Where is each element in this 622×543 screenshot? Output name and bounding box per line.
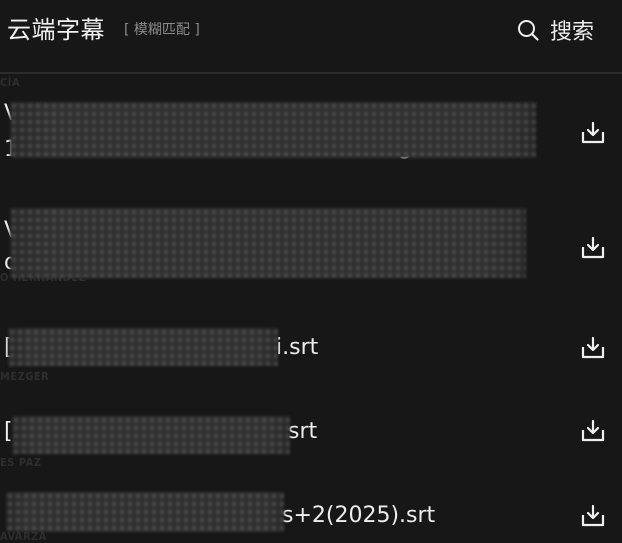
subtitle-file-row[interactable]: s+2(2025).srt	[0, 488, 622, 540]
download-icon[interactable]	[579, 234, 607, 262]
background-fragment: CÍA	[0, 76, 21, 89]
download-icon[interactable]	[579, 334, 607, 362]
header-divider	[0, 72, 622, 74]
download-icon[interactable]	[579, 417, 607, 445]
download-icon[interactable]	[579, 502, 607, 530]
redacted-file-name	[6, 492, 284, 532]
redacted-file-name	[10, 102, 536, 158]
file-name-tail: i.srt	[276, 335, 319, 360]
file-name-tail: srt	[288, 419, 318, 444]
subtitle-file-row[interactable]: V d	[0, 200, 622, 286]
file-name-tail: s+2(2025).srt	[282, 503, 436, 528]
subtitle-file-row[interactable]: [ i.srt	[0, 320, 622, 380]
subtitle-file-row[interactable]: V 1 g	[0, 92, 622, 176]
match-mode-label: [ 模糊匹配 ]	[124, 22, 200, 38]
download-icon[interactable]	[579, 119, 607, 147]
subtitle-file-row[interactable]: [ srt	[0, 404, 622, 464]
header-bar: 云端字幕 [ 模糊匹配 ] 搜索	[0, 0, 622, 72]
redacted-file-name	[12, 416, 290, 454]
search-label: 搜索	[550, 20, 595, 45]
redacted-file-name	[10, 208, 526, 278]
page-title: 云端字幕	[7, 16, 105, 44]
search-icon	[518, 20, 539, 41]
search-button[interactable]: 搜索	[516, 12, 594, 48]
redacted-file-name	[8, 328, 278, 366]
